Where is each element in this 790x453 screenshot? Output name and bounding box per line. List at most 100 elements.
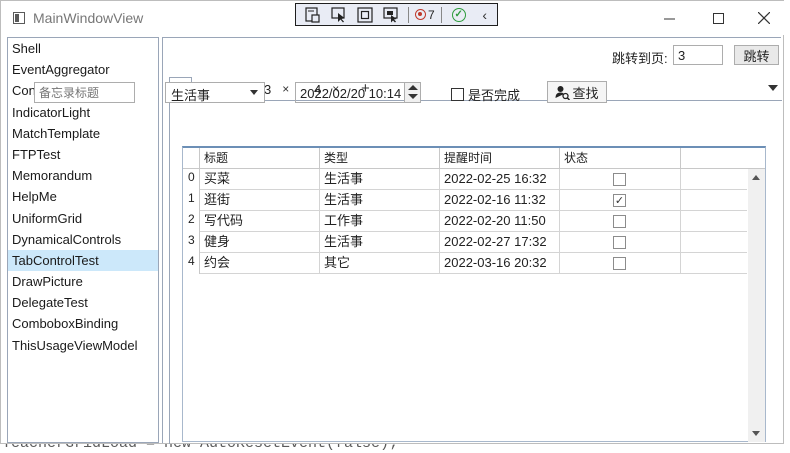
scroll-down-icon[interactable]: [752, 431, 760, 436]
status-checkbox[interactable]: ✓: [613, 194, 626, 207]
hot-reload-status-button[interactable]: ✓: [448, 5, 470, 24]
row-index: 0: [183, 169, 200, 190]
status-checkbox[interactable]: [613, 257, 626, 270]
close-button[interactable]: [741, 1, 787, 35]
user-search-icon: [555, 85, 571, 100]
cell-title[interactable]: 写代码: [200, 211, 320, 232]
sidebar-item[interactable]: ThisUsageViewModel: [8, 335, 158, 356]
cell-status[interactable]: [560, 253, 681, 274]
table-row[interactable]: 1 逛街 生活事 2022-02-16 11:32 ✓: [183, 190, 747, 211]
memo-data-grid: 标题 类型 提醒时间 状态 0 买菜 生活事 2022-02-25 16:32 1 逛街生…: [182, 146, 766, 442]
binding-failures-button[interactable]: 7: [415, 8, 435, 22]
memo-title-input[interactable]: [34, 82, 135, 103]
memo-type-value: 生活事: [171, 88, 211, 103]
column-header-type[interactable]: 类型: [320, 148, 440, 168]
cell-type[interactable]: 生活事: [320, 190, 440, 211]
cell-type[interactable]: 工作事: [320, 211, 440, 232]
goto-page-input[interactable]: [673, 45, 723, 65]
collapse-toolbar-button[interactable]: ‹: [474, 5, 496, 24]
sidebar-item[interactable]: HelpMe: [8, 186, 158, 207]
sidebar-item[interactable]: EventAggregator: [8, 59, 158, 80]
spin-down-icon[interactable]: [408, 94, 418, 99]
status-checkbox[interactable]: [613, 215, 626, 228]
grid-vertical-scrollbar[interactable]: [748, 169, 765, 442]
table-row[interactable]: 0 买菜 生活事 2022-02-25 16:32: [183, 169, 747, 190]
cell-filler: [681, 169, 747, 190]
sidebar-item[interactable]: DynamicalControls: [8, 229, 158, 250]
row-index: 3: [183, 232, 200, 253]
display-layout-adorners-button[interactable]: [354, 5, 376, 24]
row-index: 1: [183, 190, 200, 211]
search-button[interactable]: 查找: [547, 81, 607, 103]
minimize-button[interactable]: [646, 1, 692, 35]
cell-filler: [681, 211, 747, 232]
live-visual-tree-icon: [305, 6, 320, 23]
sidebar-item[interactable]: Memorandum: [8, 165, 158, 186]
close-icon: [758, 12, 770, 24]
track-focus-button[interactable]: [380, 5, 402, 24]
sidebar-item[interactable]: Shell: [8, 38, 158, 59]
sidebar-item[interactable]: IndicatorLight: [8, 102, 158, 123]
cell-filler: [681, 232, 747, 253]
datetime-spinner[interactable]: [404, 83, 420, 102]
binding-failure-icon: [415, 9, 426, 20]
sidebar-item[interactable]: ComboboxBinding: [8, 313, 158, 334]
table-row[interactable]: 2 写代码 工作事 2022-02-20 11:50: [183, 211, 747, 232]
maximize-icon: [712, 12, 724, 24]
tab-list-dropdown-icon[interactable]: [768, 85, 778, 91]
search-button-label: 查找: [572, 85, 599, 101]
live-visual-tree-button[interactable]: [302, 5, 324, 24]
track-focus-icon: [383, 6, 398, 22]
main-window: MainWindowView 7 ✓ ‹ Shell EventAggregat…: [0, 0, 787, 444]
check-circle-icon: ✓: [451, 7, 466, 22]
cell-reminder-time[interactable]: 2022-03-16 20:32: [440, 253, 560, 274]
cell-status[interactable]: [560, 211, 681, 232]
xaml-debug-toolbar: 7 ✓ ‹: [295, 3, 498, 26]
row-index: 2: [183, 211, 200, 232]
cell-type[interactable]: 生活事: [320, 232, 440, 253]
cell-title[interactable]: 健身: [200, 232, 320, 253]
cell-title[interactable]: 逛街: [200, 190, 320, 211]
select-element-button[interactable]: [328, 5, 350, 24]
column-header-reminder-time[interactable]: 提醒时间: [440, 148, 560, 168]
sidebar-item[interactable]: FTPTest: [8, 144, 158, 165]
cell-reminder-time[interactable]: 2022-02-16 11:32: [440, 190, 560, 211]
reminder-datetime-value: 2022/02/20 10:14: [300, 86, 402, 101]
tab-close-icon[interactable]: ×: [282, 82, 289, 96]
cell-reminder-time[interactable]: 2022-02-20 11:50: [440, 211, 560, 232]
toolbar-separator: [408, 6, 409, 23]
binding-failure-count: 7: [428, 7, 435, 22]
table-row[interactable]: 3 健身 生活事 2022-02-27 17:32: [183, 232, 747, 253]
cell-title[interactable]: 买菜: [200, 169, 320, 190]
is-done-label: 是否完成: [468, 88, 521, 103]
minimize-icon: [663, 18, 675, 19]
cell-reminder-time[interactable]: 2022-02-25 16:32: [440, 169, 560, 190]
status-checkbox[interactable]: [613, 173, 626, 186]
is-done-checkbox[interactable]: 是否完成: [451, 85, 520, 104]
sidebar-item[interactable]: MatchTemplate: [8, 123, 158, 144]
memo-type-select[interactable]: 生活事: [165, 82, 265, 103]
scroll-up-icon[interactable]: [752, 175, 760, 180]
cell-reminder-time[interactable]: 2022-02-27 17:32: [440, 232, 560, 253]
column-header-status[interactable]: 状态: [560, 148, 681, 168]
goto-page-button[interactable]: 跳转: [734, 45, 779, 65]
window-title: MainWindowView: [33, 10, 144, 26]
checkbox-box[interactable]: [451, 88, 464, 101]
status-checkbox[interactable]: [613, 236, 626, 249]
column-header-title[interactable]: 标题: [200, 148, 320, 168]
sidebar-item[interactable]: DrawPicture: [8, 271, 158, 292]
cell-title[interactable]: 约会: [200, 253, 320, 274]
sidebar-item[interactable]: DelegateTest: [8, 292, 158, 313]
cell-filler: [681, 253, 747, 274]
cell-type[interactable]: 其它: [320, 253, 440, 274]
cell-type[interactable]: 生活事: [320, 169, 440, 190]
cell-status[interactable]: [560, 232, 681, 253]
spin-up-icon[interactable]: [408, 85, 418, 90]
reminder-datetime-picker[interactable]: 2022/02/20 10:14: [295, 82, 421, 103]
table-row[interactable]: 4 约会 其它 2022-03-16 20:32: [183, 253, 747, 274]
maximize-button[interactable]: [695, 1, 741, 35]
cell-status[interactable]: [560, 169, 681, 190]
sidebar-item[interactable]: UniformGrid: [8, 208, 158, 229]
cell-status[interactable]: ✓: [560, 190, 681, 211]
sidebar-item[interactable]: TabControlTest: [8, 249, 158, 272]
